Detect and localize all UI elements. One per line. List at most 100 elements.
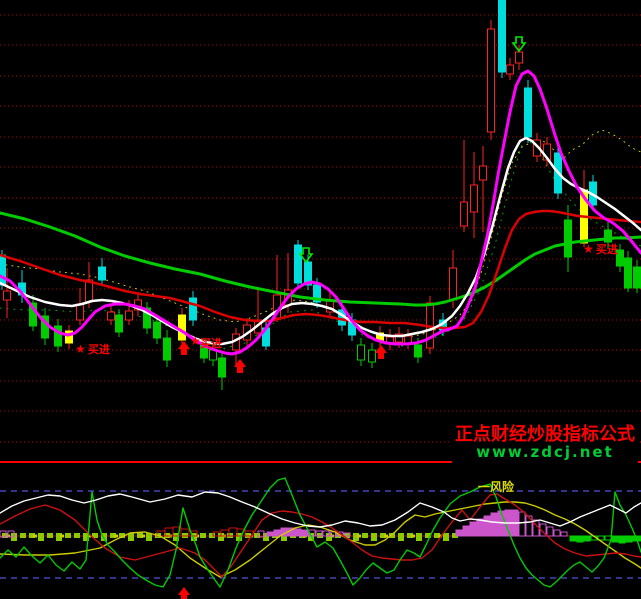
candle (507, 58, 514, 80)
magenta-bar-filled (484, 516, 490, 536)
candle (525, 80, 532, 143)
candle-body (154, 322, 161, 338)
candle-body (480, 166, 487, 180)
ribbon-green-bar (362, 533, 368, 538)
watermark-url: www.zdcj.net (476, 445, 614, 461)
candle-body (625, 258, 632, 288)
candle-body (634, 267, 641, 288)
candle (405, 329, 412, 349)
candle (471, 152, 478, 238)
candle-body (219, 358, 226, 377)
buy-star-icon: ★ (583, 242, 594, 256)
candle (581, 170, 588, 247)
ribbon-green-bar (398, 533, 404, 541)
gridlines (0, 15, 641, 442)
buy-up-arrow-icon (178, 341, 190, 355)
ribbon-yellow-tick (60, 535, 64, 538)
candle-body (108, 312, 115, 320)
green-bar-below-zero (619, 536, 625, 543)
buy-up-arrow-icon (375, 345, 387, 359)
ribbon-yellow-tick (141, 535, 145, 538)
ribbon-green-bar (65, 533, 71, 538)
green-bar-below-zero (577, 536, 583, 542)
candle (369, 343, 376, 368)
candle-body (179, 315, 186, 340)
green-bar-below-zero (605, 536, 611, 540)
buy-label: 买进 (88, 342, 110, 356)
indicator-panel: 一风险 (0, 462, 641, 599)
candle (387, 329, 394, 350)
candle (480, 146, 487, 232)
candle-body (295, 245, 302, 283)
candle (488, 20, 495, 140)
magenta-bar-filled (302, 530, 308, 536)
ribbon-yellow-tick (33, 535, 37, 538)
candle (190, 291, 197, 326)
green-bar-below-zero (570, 536, 576, 541)
candle (219, 352, 226, 390)
candle-body (471, 185, 478, 212)
candle (461, 140, 468, 232)
candle (179, 308, 186, 346)
candle-body (516, 52, 523, 63)
candlestick-series (0, 0, 641, 390)
candle-body (116, 315, 123, 332)
candle-body (126, 311, 133, 320)
candle (499, 0, 506, 78)
candle-body (405, 336, 412, 343)
ribbon-green-bar (74, 533, 80, 538)
watermark: 正点财经炒股指标公式 www.zdcj.net (452, 420, 638, 467)
magenta-bar-hollow (561, 532, 567, 536)
candle-body (488, 29, 495, 132)
green-bar-below-zero (612, 536, 618, 542)
magenta-bar-filled (267, 532, 273, 536)
buy-label: 买进 (200, 336, 222, 350)
candle-body (77, 304, 84, 320)
candle-body (358, 345, 365, 360)
candle (625, 251, 632, 292)
magenta-bar-filled (470, 522, 476, 536)
candle (164, 330, 171, 367)
ribbon-green-bar (200, 533, 206, 538)
candle-body (461, 202, 468, 226)
chart-canvas: ★★★买进买进买进一风险 (0, 0, 641, 599)
risk-label: 一风险 (478, 479, 515, 494)
candle (108, 306, 115, 325)
candle-body (4, 291, 11, 300)
indicator-lines (0, 478, 641, 587)
candle-body (499, 0, 506, 72)
ribbon-green-bar (38, 533, 44, 541)
ribbon-green-bar (416, 533, 422, 541)
candle-body (369, 350, 376, 362)
ribbon-green-bar (20, 533, 26, 538)
indicator-green-line (0, 478, 641, 587)
green-bar-below-zero (626, 536, 632, 542)
zero-ribbon (0, 527, 458, 541)
stock-chart-screenshot: ★★★买进买进买进一风险 正点财经炒股指标公式 www.zdcj.net (0, 0, 641, 599)
buy-star-icon: ★ (75, 342, 86, 356)
candle-body (507, 65, 514, 74)
ribbon-green-bar (371, 533, 377, 541)
candle (135, 292, 142, 316)
ribbon-green-bar (47, 533, 53, 538)
candle-body (565, 220, 572, 257)
candle (99, 258, 106, 286)
candle (358, 338, 365, 366)
candle (116, 309, 123, 337)
candle (66, 325, 73, 349)
candle-body (190, 298, 197, 320)
candle-body (415, 345, 422, 357)
green-bar-below-zero (584, 536, 590, 541)
magenta-bar-hollow (519, 512, 525, 536)
magenta-bar-filled (491, 513, 497, 536)
candle (77, 288, 84, 325)
magenta-bar-hollow (554, 530, 560, 536)
ma-white-line (0, 138, 641, 344)
candle-body (164, 338, 171, 360)
ribbon-yellow-tick (357, 535, 361, 538)
magenta-bar-filled (477, 519, 483, 536)
magenta-bar-filled (456, 530, 462, 536)
candle-body (450, 268, 457, 300)
magenta-bar-filled (463, 526, 469, 536)
buy-label: 买进 (596, 242, 618, 256)
